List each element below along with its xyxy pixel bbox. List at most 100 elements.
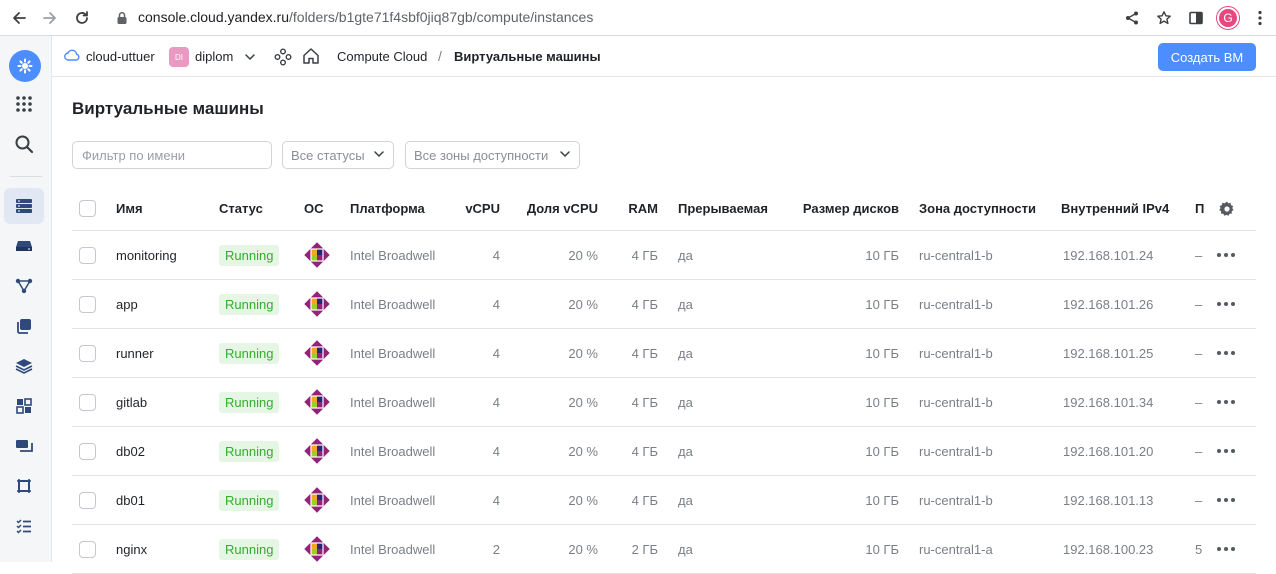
gpu-cluster-icon[interactable]	[4, 468, 44, 504]
select-all-checkbox[interactable]	[79, 200, 96, 217]
ram-value: 4 ГБ	[631, 394, 658, 410]
breadcrumb-service[interactable]: Compute Cloud	[337, 49, 427, 64]
kebab-menu-icon[interactable]	[1244, 2, 1276, 34]
table-row[interactable]: runner Running Intel Broadwell 4 20 % 4 ГБ да 1…	[72, 329, 1256, 378]
row-checkbox[interactable]	[79, 246, 96, 264]
network-icon[interactable]	[4, 268, 44, 304]
column-header-preemptible[interactable]: Прерываемая	[678, 187, 768, 230]
centos-logo-icon	[304, 378, 330, 426]
disk-size-value: 10 ГБ	[865, 247, 899, 263]
more-actions-icon[interactable]	[1217, 280, 1235, 328]
truncated-column-value: –	[1195, 296, 1203, 312]
left-rail	[0, 36, 52, 562]
vm-name[interactable]: db02	[116, 427, 145, 475]
column-header-ram[interactable]: RAM	[612, 187, 658, 230]
select-all-checkbox-cell	[79, 187, 96, 230]
forward-arrow-icon[interactable]	[34, 2, 66, 34]
more-actions-icon[interactable]	[1217, 231, 1235, 279]
table-row[interactable]: app Running Intel Broadwell 4 20 % 4 ГБ да 10 Г…	[72, 280, 1256, 329]
layers-icon[interactable]	[4, 348, 44, 384]
more-actions-icon[interactable]	[1217, 476, 1235, 524]
disks-icon[interactable]	[4, 228, 44, 264]
row-checkbox[interactable]	[79, 393, 96, 411]
address-bar[interactable]: console.cloud.yandex.ru/folders/b1gte71f…	[138, 9, 593, 25]
vm-name[interactable]: gitlab	[116, 378, 147, 426]
column-header-ipv4[interactable]: Внутренний IPv4	[1061, 187, 1169, 230]
more-actions-icon[interactable]	[1217, 378, 1235, 426]
row-checkbox[interactable]	[79, 344, 96, 362]
table-row[interactable]: db02 Running Intel Broadwell 4 20 % 4 ГБ да 10 …	[72, 427, 1256, 476]
cloud-selector[interactable]: cloud-uttuer	[64, 49, 155, 64]
row-checkbox[interactable]	[79, 295, 96, 313]
zone-value: ru-central1-b	[919, 296, 993, 312]
column-header-vcpu[interactable]: vCPU	[452, 187, 500, 230]
column-header-disk-size[interactable]: Размер дисков	[792, 187, 899, 230]
status-badge: Running	[219, 538, 280, 560]
truncated-column-value: –	[1195, 443, 1203, 459]
folder-badge: DI	[169, 47, 189, 67]
table-body: monitoring Running Intel Broadwell 4 20 % 4 Г…	[72, 231, 1256, 574]
vm-name[interactable]: db01	[116, 476, 145, 524]
more-actions-icon[interactable]	[1217, 329, 1235, 377]
more-actions-icon[interactable]	[1217, 525, 1235, 573]
folder-selector[interactable]: diplom	[195, 49, 233, 64]
profile-initial: G	[1217, 7, 1239, 29]
reload-icon[interactable]	[66, 2, 98, 34]
column-header-name[interactable]: Имя	[116, 187, 143, 230]
placement-groups-icon[interactable]	[4, 388, 44, 424]
instances-server-icon[interactable]	[4, 188, 44, 224]
preemptible-value: да	[678, 394, 693, 410]
platform-value: Intel Broadwell	[350, 541, 436, 557]
status-filter-select[interactable]: Все статусы	[282, 141, 394, 169]
vm-name[interactable]: nginx	[116, 525, 147, 573]
table-row[interactable]: gitlab Running Intel Broadwell 4 20 % 4 ГБ да 1…	[72, 378, 1256, 427]
ram-value: 4 ГБ	[631, 296, 658, 312]
table-row[interactable]: nginx Running Intel Broadwell 2 20 % 2 ГБ да 10…	[72, 525, 1256, 574]
more-actions-icon[interactable]	[1217, 427, 1235, 475]
profile-avatar[interactable]: G	[1212, 2, 1244, 34]
ram-value: 4 ГБ	[631, 492, 658, 508]
gear-icon[interactable]	[1218, 187, 1236, 230]
vm-name[interactable]: app	[116, 280, 138, 328]
platform-value: Intel Broadwell	[350, 296, 436, 312]
breadcrumb-separator: /	[438, 48, 442, 64]
yandex-cloud-logo-icon[interactable]	[9, 50, 41, 82]
disk-size-value: 10 ГБ	[865, 492, 899, 508]
vm-name[interactable]: monitoring	[116, 231, 177, 279]
column-header-status[interactable]: Статус	[219, 187, 263, 230]
browser-toolbar: console.cloud.yandex.ru/folders/b1gte71f…	[0, 0, 1276, 36]
home-icon[interactable]	[302, 47, 320, 70]
row-checkbox[interactable]	[79, 442, 96, 460]
vm-name[interactable]: runner	[116, 329, 154, 377]
row-checkbox-cell	[79, 476, 96, 524]
zone-filter-select[interactable]: Все зоны доступности	[405, 141, 580, 169]
search-icon[interactable]	[4, 126, 44, 162]
operations-list-icon[interactable]	[4, 508, 44, 544]
zone-value: ru-central1-b	[919, 443, 993, 459]
status-cell: Running	[219, 329, 280, 377]
share-icon[interactable]	[1116, 2, 1148, 34]
back-arrow-icon[interactable]	[3, 2, 35, 34]
table-row[interactable]: db01 Running Intel Broadwell 4 20 % 4 ГБ да 10 …	[72, 476, 1256, 525]
column-header-vcpu-share[interactable]: Доля vCPU	[512, 187, 598, 230]
zone-filter-value: Все зоны доступности	[414, 147, 549, 163]
url-path: /folders/b1gte71f4sbf0jiq87gb/compute/in…	[289, 9, 594, 25]
column-header-platform[interactable]: Платформа	[350, 187, 425, 230]
name-filter-input[interactable]	[72, 141, 272, 169]
zone-value: ru-central1-a	[919, 541, 993, 557]
snapshots-icon[interactable]	[4, 308, 44, 344]
ipv4-value: 192.168.101.13	[1063, 492, 1154, 508]
star-icon[interactable]	[1148, 2, 1180, 34]
table-row[interactable]: monitoring Running Intel Broadwell 4 20 % 4 Г…	[72, 231, 1256, 280]
row-checkbox[interactable]	[79, 491, 96, 509]
instance-groups-icon[interactable]	[4, 428, 44, 464]
column-header-zone[interactable]: Зона доступности	[919, 187, 1036, 230]
chevron-down-icon[interactable]	[244, 50, 256, 68]
services-hub-icon[interactable]	[274, 48, 292, 71]
column-header-os[interactable]: ОС	[304, 187, 324, 230]
create-vm-button[interactable]: Создать ВМ	[1158, 43, 1256, 71]
column-header-truncated[interactable]: П	[1195, 187, 1204, 230]
side-panel-icon[interactable]	[1180, 2, 1212, 34]
apps-grid-icon[interactable]	[4, 86, 44, 122]
row-checkbox[interactable]	[79, 540, 96, 558]
